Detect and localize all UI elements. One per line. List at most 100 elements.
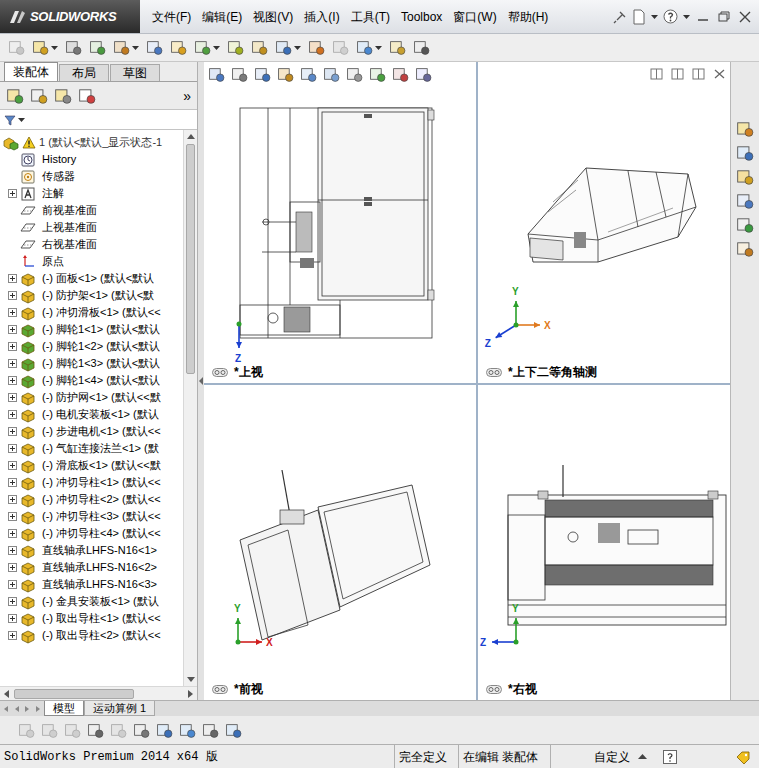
expand-icon[interactable] [8,325,17,334]
menu-item[interactable]: 插入(I) [304,8,339,26]
dropdown-arrow-icon[interactable] [294,45,301,51]
split-icon[interactable] [671,68,684,80]
toolbar-tool-icon[interactable] [8,39,25,56]
dropdown-arrow-icon[interactable] [651,14,658,20]
pin-icon[interactable] [613,10,627,24]
prev-tab-icon[interactable] [11,703,22,715]
tree-item[interactable]: (-) 脚轮1<1> (默认<默认 [0,321,183,338]
close-icon[interactable] [713,68,726,80]
tree-item[interactable]: 直线轴承LHFS-N16<1> [0,542,183,559]
dropdown-arrow-icon[interactable] [683,14,690,20]
restore-icon[interactable] [716,10,732,24]
view-palette-icon[interactable] [736,192,754,210]
tree-item[interactable]: 上视基准面 [0,219,183,236]
last-tab-icon[interactable] [33,703,44,715]
toolbar-tool-icon[interactable] [32,39,49,56]
tree-item[interactable]: 注解 [0,185,183,202]
scroll-thumb[interactable] [14,689,134,699]
front-view-model[interactable] [240,470,430,640]
model-canvas[interactable]: YZ [478,385,730,700]
top-view-model[interactable] [240,108,434,338]
bottom-tool-icon[interactable] [133,722,150,739]
bottom-tool-icon[interactable] [156,722,173,739]
expand-icon[interactable] [8,461,17,470]
menu-item[interactable]: 文件(F) [152,8,191,26]
view-tool-icon[interactable] [346,66,363,83]
tree-item[interactable]: (-) 脚轮1<2> (默认<默认 [0,338,183,355]
view-tool-icon[interactable] [231,66,248,83]
expand-icon[interactable] [8,359,17,368]
feature-tree-icon[interactable] [6,87,24,105]
tree-item[interactable]: (-) 防护架<1> (默认<默 [0,287,183,304]
model-canvas[interactable]: YXZ [478,62,730,383]
expand-icon[interactable] [8,597,17,606]
tree-item[interactable]: (-) 脚轮1<3> (默认<默认 [0,355,183,372]
tree-item[interactable]: (-) 脚轮1<4> (默认<默认 [0,372,183,389]
tree-item[interactable]: (-) 面板<1> (默认<默认 [0,270,183,287]
tree-item[interactable]: (-) 气缸连接法兰<1> (默 [0,440,183,457]
tree-item[interactable]: 直线轴承LHFS-N16<2> [0,559,183,576]
tree-item[interactable]: (-) 取出导柱<2> (默认<< [0,627,183,644]
appearances-icon[interactable] [736,216,754,234]
expand-icon[interactable] [8,580,17,589]
expand-icon[interactable] [8,478,17,487]
toolbar-tool-icon[interactable] [227,39,244,56]
bottom-tab[interactable]: 模型 [44,701,84,716]
horizontal-scrollbar[interactable] [0,686,197,700]
expand-icon[interactable] [8,427,17,436]
panel-tab[interactable]: 布局 [59,64,109,81]
expand-icon[interactable] [8,291,17,300]
tree-item[interactable]: (-) 冲切滑板<1> (默认<< [0,304,183,321]
toolbar-tool-icon[interactable] [170,39,187,56]
view-tool-icon[interactable] [323,66,340,83]
tree-item[interactable]: (-) 防护网<1> (默认<<默 [0,389,183,406]
view-tool-icon[interactable] [415,66,432,83]
view-tool-icon[interactable] [369,66,386,83]
menu-item[interactable]: 工具(T) [351,8,390,26]
tree-item[interactable]: 右视基准面 [0,236,183,253]
right-view-model[interactable] [508,465,726,625]
bottom-tool-icon[interactable] [225,722,242,739]
view-tool-icon[interactable] [300,66,317,83]
expand-icon[interactable] [8,376,17,385]
panel-tab[interactable]: 装配体 [4,62,58,81]
tree-item[interactable]: (-) 冲切导柱<4> (默认<< [0,525,183,542]
expand-icon[interactable] [8,512,17,521]
bottom-tool-icon[interactable] [64,722,81,739]
toolbar-tool-icon[interactable] [194,39,211,56]
toolbar-tool-icon[interactable] [308,39,325,56]
toolbar-tool-icon[interactable] [413,39,430,56]
expand-icon[interactable] [8,308,17,317]
more-button[interactable]: » [183,89,191,103]
expand-icon[interactable] [8,342,17,351]
bottom-tool-icon[interactable] [41,722,58,739]
split-icon[interactable] [650,68,663,80]
close-icon[interactable] [737,10,753,24]
model-canvas[interactable]: Z [204,62,476,383]
tree-item[interactable]: (-) 冲切导柱<3> (默认<< [0,508,183,525]
tree-item[interactable]: (-) 取出导柱<1> (默认<< [0,610,183,627]
units-selector[interactable]: 自定义 [590,745,647,768]
toolbar-tool-icon[interactable] [389,39,406,56]
help-icon[interactable] [663,9,678,24]
new-document-icon[interactable] [632,9,646,25]
view-lock-icon[interactable] [212,685,228,694]
tree-item[interactable]: 原点 [0,253,183,270]
expand-icon[interactable] [8,563,17,572]
view-tool-icon[interactable] [392,66,409,83]
menu-item[interactable]: 帮助(H) [508,8,549,26]
custom-properties-icon[interactable] [736,240,754,258]
bottom-tool-icon[interactable] [179,722,196,739]
scroll-left-icon[interactable] [0,687,14,701]
tree-item[interactable]: (-) 金具安装板<1> (默认 [0,593,183,610]
viewport-view[interactable]: YXZ*上下二等角轴测 [478,62,730,383]
toolbar-tool-icon[interactable] [89,39,106,56]
expand-icon[interactable] [8,546,17,555]
tree-root[interactable]: 1 (默认<默认_显示状态-1 [0,134,183,151]
vertical-scrollbar[interactable] [183,130,197,686]
toolbar-tool-icon[interactable] [65,39,82,56]
tree-item[interactable]: 直线轴承LHFS-N16<3> [0,576,183,593]
view-tool-icon[interactable] [254,66,271,83]
bottom-tool-icon[interactable] [18,722,35,739]
property-manager-icon[interactable] [30,87,48,105]
